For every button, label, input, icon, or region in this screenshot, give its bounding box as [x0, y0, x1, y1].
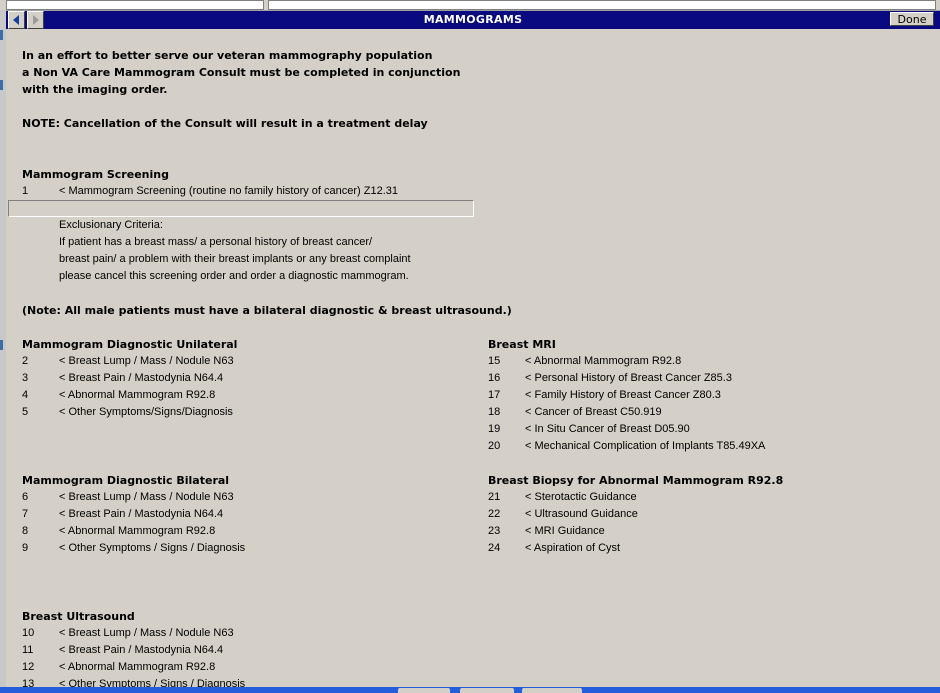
item-number: 8: [22, 525, 29, 537]
item-number: 5: [22, 406, 29, 418]
order-item[interactable]: 5 < Other Symptoms/Signs/Diagnosis: [22, 404, 442, 421]
order-item[interactable]: 13 < Other Symptoms / Signs / Diagnosis: [22, 676, 442, 687]
item-number: 7: [22, 508, 29, 520]
item-number: 17: [488, 389, 501, 401]
order-item[interactable]: 15 < Abnormal Mammogram R92.8: [488, 353, 928, 370]
item-label: < Breast Pain / Mastodynia N64.4: [59, 372, 224, 384]
dialog-content: In an effort to better serve our veteran…: [6, 29, 940, 687]
item-label: < Breast Pain / Mastodynia N64.4: [59, 644, 224, 656]
cancellation-note: NOTE: Cancellation of the Consult will r…: [22, 117, 428, 130]
section-header-diagnostic-unilateral: Mammogram Diagnostic Unilateral: [22, 338, 238, 351]
order-item[interactable]: 12 < Abnormal Mammogram R92.8: [22, 659, 442, 676]
item-label: < Abnormal Mammogram R92.8: [59, 525, 216, 537]
order-item[interactable]: 11 < Breast Pain / Mastodynia N64.4: [22, 642, 442, 659]
item-label: < Mechanical Complication of Implants T8…: [525, 440, 766, 452]
item-label: < Other Symptoms / Signs / Diagnosis: [59, 678, 246, 687]
item-number: 22: [488, 508, 501, 520]
order-item[interactable]: 6 < Breast Lump / Mass / Nodule N63: [22, 489, 442, 506]
male-patients-note: (Note: All male patients must have a bil…: [22, 304, 512, 317]
background-field: [268, 0, 936, 10]
criteria-line: If patient has a breast mass/ a personal…: [59, 236, 373, 248]
item-label: < Breast Lump / Mass / Nodule N63: [59, 491, 234, 503]
item-label: < Aspiration of Cyst: [525, 542, 621, 554]
section-header-breast-mri: Breast MRI: [488, 338, 556, 351]
item-label: < MRI Guidance: [525, 525, 605, 537]
order-item[interactable]: 10 < Breast Lump / Mass / Nodule N63: [22, 625, 442, 642]
window-title: MAMMOGRAMS: [423, 13, 523, 26]
item-label: < Ultrasound Guidance: [525, 508, 638, 520]
item-label: < Breast Lump / Mass / Nodule N63: [59, 627, 234, 639]
item-label: < Sterotactic Guidance: [525, 491, 637, 503]
item-label: < Family History of Breast Cancer Z80.3: [525, 389, 721, 401]
done-button[interactable]: Done: [890, 12, 934, 26]
item-number: 16: [488, 372, 501, 384]
order-item[interactable]: 22 < Ultrasound Guidance: [488, 506, 928, 523]
item-label: < Personal History of Breast Cancer Z85.…: [525, 372, 732, 384]
item-label: < In Situ Cancer of Breast D05.90: [525, 423, 690, 435]
criteria-line: Exclusionary Criteria:: [59, 219, 163, 231]
order-item[interactable]: 21 < Sterotactic Guidance: [488, 489, 928, 506]
background-field: [6, 0, 264, 10]
item-number: 12: [22, 661, 35, 673]
item-number: 9: [22, 542, 29, 554]
order-item[interactable]: 1 < Mammogram Screening (routine no fami…: [22, 183, 462, 200]
taskbar-button[interactable]: [398, 688, 450, 693]
order-item[interactable]: 17 < Family History of Breast Cancer Z80.…: [488, 387, 928, 404]
taskbar-button[interactable]: [460, 688, 514, 693]
item-label: < Abnormal Mammogram R92.8: [59, 389, 216, 401]
input-field[interactable]: [8, 200, 474, 217]
intro-line: a Non VA Care Mammogram Consult must be …: [22, 66, 461, 79]
section-header-diagnostic-bilateral: Mammogram Diagnostic Bilateral: [22, 474, 230, 487]
order-item[interactable]: 19 < In Situ Cancer of Breast D05.90: [488, 421, 928, 438]
order-item[interactable]: 4 < Abnormal Mammogram R92.8: [22, 387, 442, 404]
order-item[interactable]: 8 < Abnormal Mammogram R92.8: [22, 523, 442, 540]
order-item[interactable]: 23 < MRI Guidance: [488, 523, 928, 540]
top-strip: [0, 0, 940, 11]
item-number: 10: [22, 627, 35, 639]
criteria-line: please cancel this screening order and o…: [59, 270, 409, 282]
item-label: < Breast Pain / Mastodynia N64.4: [59, 508, 224, 520]
taskbar: [0, 687, 940, 693]
item-number: 19: [488, 423, 501, 435]
order-item[interactable]: 3 < Breast Pain / Mastodynia N64.4: [22, 370, 442, 387]
item-label: < Abnormal Mammogram R92.8: [525, 355, 682, 367]
item-number: 3: [22, 372, 29, 384]
section-header-screening: Mammogram Screening: [22, 168, 169, 181]
item-number: 1: [22, 185, 29, 197]
item-label: < Cancer of Breast C50.919: [525, 406, 662, 418]
item-number: 6: [22, 491, 29, 503]
criteria-line: breast pain/ a problem with their breast…: [59, 253, 411, 265]
order-item[interactable]: 7 < Breast Pain / Mastodynia N64.4: [22, 506, 442, 523]
order-item[interactable]: 18 < Cancer of Breast C50.919: [488, 404, 928, 421]
item-number: 24: [488, 542, 501, 554]
order-item[interactable]: 16 < Personal History of Breast Cancer Z8…: [488, 370, 928, 387]
section-header-breast-biopsy: Breast Biopsy for Abnormal Mammogram R92…: [488, 474, 784, 487]
item-label: < Other Symptoms / Signs / Diagnosis: [59, 542, 246, 554]
order-item[interactable]: 9 < Other Symptoms / Signs / Diagnosis: [22, 540, 442, 557]
item-number: 18: [488, 406, 501, 418]
item-number: 23: [488, 525, 501, 537]
section-header-ultrasound: Breast Ultrasound: [22, 610, 135, 623]
item-number: 11: [22, 644, 34, 656]
strip-mark: [0, 30, 3, 40]
item-number: 13: [22, 678, 35, 687]
item-number: 15: [488, 355, 501, 367]
item-number: 20: [488, 440, 501, 452]
item-label: < Mammogram Screening (routine no family…: [59, 185, 399, 197]
title-bar: MAMMOGRAMS Done: [6, 11, 940, 29]
item-label: < Other Symptoms/Signs/Diagnosis: [59, 406, 233, 418]
item-label: < Breast Lump / Mass / Nodule N63: [59, 355, 234, 367]
taskbar-button[interactable]: [522, 688, 582, 693]
item-label: < Abnormal Mammogram R92.8: [59, 661, 216, 673]
order-item[interactable]: 2 < Breast Lump / Mass / Nodule N63: [22, 353, 442, 370]
strip-mark: [0, 80, 3, 90]
intro-line: with the imaging order.: [22, 83, 168, 96]
order-item[interactable]: 24 < Aspiration of Cyst: [488, 540, 928, 557]
intro-line: In an effort to better serve our veteran…: [22, 49, 433, 62]
item-number: 4: [22, 389, 29, 401]
item-number: 21: [488, 491, 501, 503]
item-number: 2: [22, 355, 29, 367]
strip-mark: [0, 340, 3, 350]
order-item[interactable]: 20 < Mechanical Complication of Implants …: [488, 438, 928, 455]
